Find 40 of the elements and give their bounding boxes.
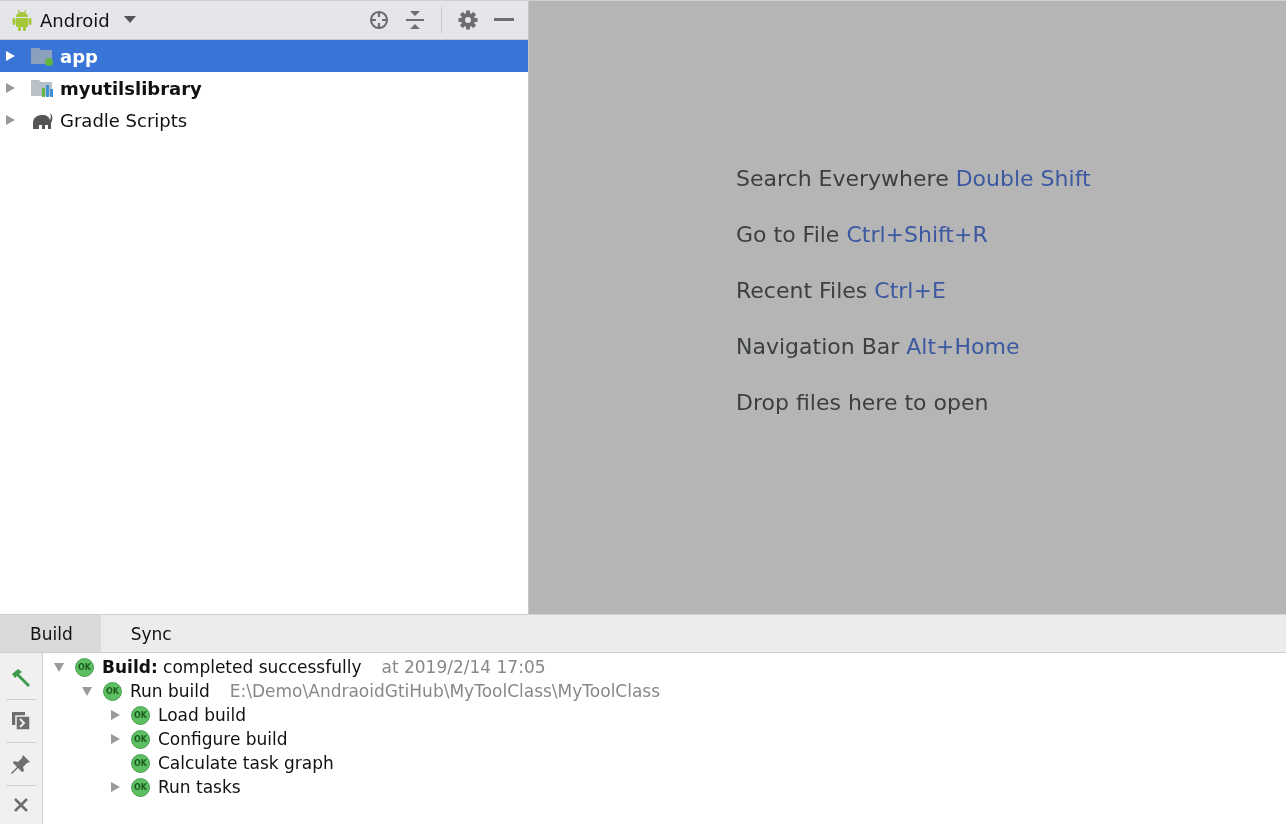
expand-arrow-icon[interactable] (109, 733, 121, 745)
build-step-label[interactable]: Run tasks (158, 777, 241, 797)
ok-status-icon: OK (131, 777, 150, 797)
expand-arrow-icon[interactable] (109, 709, 121, 721)
build-step-label[interactable]: Calculate task graph (158, 753, 334, 773)
caret-icon (123, 16, 136, 24)
expand-arrow-icon[interactable] (109, 781, 121, 793)
project-tree-item[interactable]: app (0, 40, 528, 72)
project-tree-item[interactable]: Gradle Scripts (0, 104, 528, 136)
project-item-label: Gradle Scripts (60, 109, 188, 131)
ok-status-icon: OK (103, 681, 122, 701)
panel-tab[interactable]: Build (0, 615, 101, 652)
editor-hint: Navigation Bar Alt+Home (736, 334, 1021, 359)
android-icon (12, 9, 32, 31)
project-item-label: myutilslibrary (60, 77, 202, 99)
project-item-label: app (60, 45, 98, 67)
build-step-label[interactable]: Build: completed successfully (102, 657, 362, 677)
build-step-detail: E:\Demo\AndraoidGtiHub\MyToolClass\MyToolClass (229, 681, 661, 701)
editor-hint: Drop files here to open (736, 390, 990, 415)
build-step-label[interactable]: Run build (130, 681, 210, 701)
build-step-label[interactable]: Load build (158, 705, 246, 725)
library-folder-icon (30, 78, 54, 98)
ok-status-icon: OK (131, 705, 150, 725)
ok-status-icon: OK (75, 657, 94, 677)
view-selector[interactable]: Android (12, 9, 136, 31)
panel-tab[interactable]: Sync (100, 615, 200, 652)
build-step-label[interactable]: Configure build (158, 729, 288, 749)
expand-arrow-icon[interactable] (4, 50, 16, 62)
folder-icon (30, 46, 54, 66)
expand-arrow-icon[interactable] (53, 661, 65, 673)
project-tree-item[interactable]: myutilslibrary (0, 72, 528, 104)
ok-status-icon: OK (131, 753, 150, 773)
editor-hint: Search Everywhere Double Shift (736, 166, 1092, 191)
ok-status-icon: OK (131, 729, 150, 749)
editor-hint: Go to File Ctrl+Shift+R (736, 222, 989, 247)
expand-arrow-icon[interactable] (4, 114, 16, 126)
editor-hint: Recent Files Ctrl+E (736, 278, 947, 303)
expand-arrow-icon[interactable] (4, 82, 16, 94)
build-step-detail: at 2019/2/14 17:05 (381, 657, 546, 677)
expand-arrow-icon[interactable] (81, 685, 93, 697)
